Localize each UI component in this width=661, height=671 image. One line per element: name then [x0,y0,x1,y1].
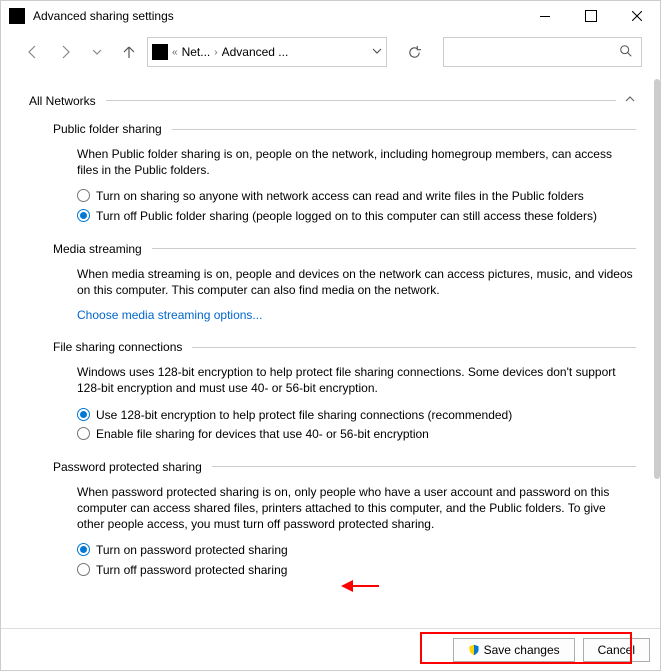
radio-icon [77,427,90,440]
section-file-sharing-connections: File sharing connections Windows uses 12… [53,340,636,442]
section-description: When password protected sharing is on, o… [77,484,636,533]
section-title: Public folder sharing [53,122,172,136]
forward-button[interactable] [51,38,79,66]
section-public-folder-sharing: Public folder sharing When Public folder… [53,122,636,224]
profile-title: All Networks [29,94,106,108]
back-button[interactable] [19,38,47,66]
section-description: When Public folder sharing is on, people… [77,146,636,178]
close-button[interactable] [614,1,660,31]
refresh-button[interactable] [397,38,431,66]
radio-icon [77,209,90,222]
app-icon [9,8,25,24]
section-header: File sharing connections [53,340,636,354]
cancel-label: Cancel [598,643,635,657]
radio-label: Turn on sharing so anyone with network a… [96,188,584,204]
breadcrumb[interactable]: « Net... › Advanced ... [147,37,387,67]
shield-icon [468,644,480,656]
section-title: File sharing connections [53,340,192,354]
radio-pfs-off[interactable]: Turn off Public folder sharing (people l… [77,208,636,224]
chevron-left-icon: « [172,47,178,58]
divider [106,100,616,101]
media-streaming-link[interactable]: Choose media streaming options... [77,308,636,322]
footer: Save changes Cancel [1,628,660,670]
divider [172,129,636,130]
titlebar: Advanced sharing settings [1,1,660,31]
divider [192,347,636,348]
section-title: Password protected sharing [53,460,212,474]
section-description: Windows uses 128-bit encryption to help … [77,364,636,396]
radio-label: Enable file sharing for devices that use… [96,426,429,442]
divider [212,466,636,467]
collapse-icon[interactable] [616,93,636,108]
breadcrumb-seg-1[interactable]: Net... [182,45,211,59]
scrollbar[interactable] [654,79,660,479]
radio-fsc-128[interactable]: Use 128-bit encryption to help protect f… [77,407,636,423]
section-description: When media streaming is on, people and d… [77,266,636,298]
search-input[interactable] [443,37,642,67]
breadcrumb-seg-2[interactable]: Advanced ... [222,45,289,59]
radio-label: Turn on password protected sharing [96,542,288,558]
search-icon [619,44,633,61]
minimize-button[interactable] [522,1,568,31]
window-controls [522,1,660,31]
up-button[interactable] [115,38,143,66]
save-label: Save changes [484,643,560,657]
section-title: Media streaming [53,242,152,256]
radio-fsc-4056[interactable]: Enable file sharing for devices that use… [77,426,636,442]
section-header: Public folder sharing [53,122,636,136]
maximize-button[interactable] [568,1,614,31]
radio-label: Turn off Public folder sharing (people l… [96,208,597,224]
content-area: All Networks Public folder sharing When … [1,79,654,628]
radio-label: Turn off password protected sharing [96,562,287,578]
cancel-button[interactable]: Cancel [583,638,650,662]
radio-label: Use 128-bit encryption to help protect f… [96,407,512,423]
window-title: Advanced sharing settings [33,9,174,23]
section-password-protected-sharing: Password protected sharing When password… [53,460,636,578]
radio-icon [77,543,90,556]
radio-pps-off[interactable]: Turn off password protected sharing [77,562,636,578]
breadcrumb-dropdown-icon[interactable] [372,45,382,59]
radio-icon [77,189,90,202]
section-media-streaming: Media streaming When media streaming is … [53,242,636,322]
chevron-right-icon: › [214,47,217,58]
folder-icon [152,44,168,60]
profile-header[interactable]: All Networks [29,93,636,108]
radio-icon [77,563,90,576]
save-changes-button[interactable]: Save changes [453,638,575,662]
radio-pps-on[interactable]: Turn on password protected sharing [77,542,636,558]
section-header: Password protected sharing [53,460,636,474]
nav-row: « Net... › Advanced ... [9,35,652,69]
recent-button[interactable] [83,38,111,66]
section-header: Media streaming [53,242,636,256]
divider [152,248,636,249]
radio-pfs-on[interactable]: Turn on sharing so anyone with network a… [77,188,636,204]
radio-icon [77,408,90,421]
